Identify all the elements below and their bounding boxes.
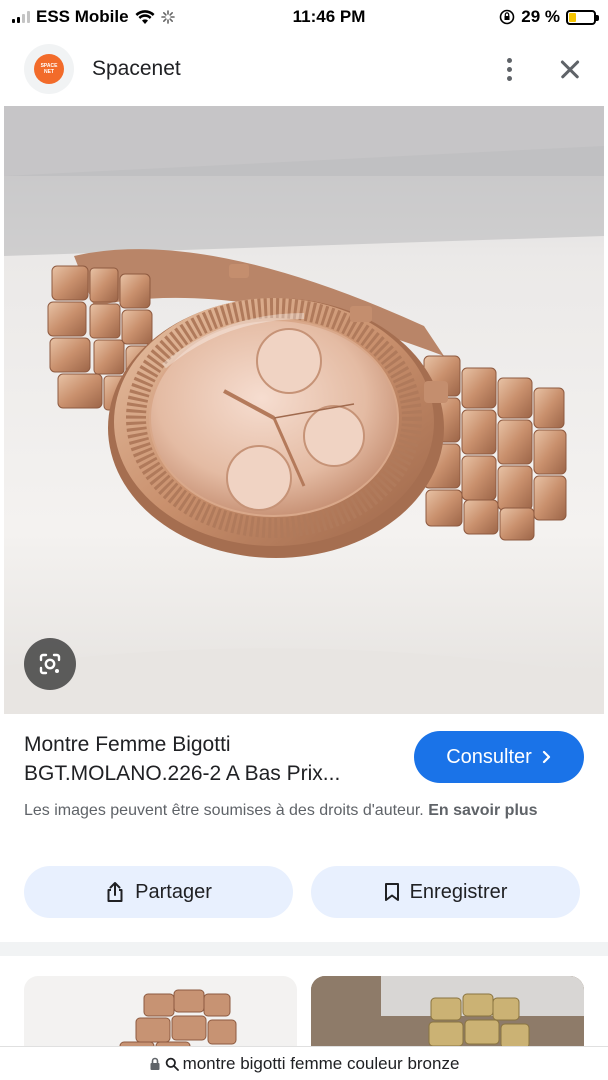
battery-percent: 29 %	[521, 7, 560, 26]
search-query: montre bigotti femme couleur bronze	[182, 1053, 460, 1073]
consult-button[interactable]: Consulter	[414, 731, 584, 783]
product-image[interactable]	[4, 106, 604, 714]
learn-more-link[interactable]: En savoir plus	[428, 802, 537, 819]
close-icon[interactable]	[554, 54, 584, 84]
google-lens-button[interactable]	[24, 638, 76, 690]
site-name[interactable]: Spacenet	[92, 57, 494, 81]
signal-icon	[12, 11, 30, 23]
search-icon	[165, 1057, 179, 1071]
clock: 11:46 PM	[292, 7, 366, 26]
related-images	[24, 976, 584, 1066]
orientation-lock-icon	[499, 9, 515, 25]
title-row: Montre Femme Bigotti BGT.MOLANO.226-2 A …	[24, 730, 584, 788]
product-title[interactable]: Montre Femme Bigotti BGT.MOLANO.226-2 A …	[24, 730, 404, 788]
share-button[interactable]: Partager	[24, 866, 293, 918]
consult-label: Consulter	[446, 745, 532, 768]
copyright-notice: Les images peuvent être soumises à des d…	[24, 799, 584, 823]
lens-icon	[39, 653, 61, 675]
wifi-icon	[135, 9, 155, 24]
site-logo-badge: SPACE NET	[34, 54, 64, 84]
copyright-text: Les images peuvent être soumises à des d…	[24, 802, 424, 819]
lock-icon	[150, 1057, 160, 1070]
status-bar: ESS Mobile 11:46 PM 29 %	[0, 0, 608, 34]
more-options-icon[interactable]	[494, 54, 524, 84]
header: SPACE NET Spacenet	[0, 40, 608, 98]
action-buttons: Partager Enregistrer	[24, 866, 580, 918]
chevron-right-icon	[542, 750, 550, 764]
site-logo[interactable]: SPACE NET	[24, 44, 74, 94]
battery-icon	[566, 9, 599, 25]
site-logo-text-2: NET	[44, 69, 54, 75]
save-button[interactable]: Enregistrer	[311, 866, 580, 918]
bookmark-icon	[384, 883, 399, 901]
url-bar[interactable]: montre bigotti femme couleur bronze	[0, 1046, 608, 1080]
result-info: Montre Femme Bigotti BGT.MOLANO.226-2 A …	[24, 730, 584, 823]
loading-spinner-icon	[160, 10, 175, 24]
carrier-name: ESS Mobile	[36, 7, 129, 26]
battery-level-fill	[569, 12, 576, 22]
watch-illustration	[4, 106, 604, 714]
section-divider	[0, 942, 608, 956]
status-right: 29 %	[466, 7, 599, 27]
share-icon	[107, 882, 123, 902]
save-label: Enregistrer	[409, 880, 508, 903]
share-label: Partager	[135, 880, 212, 903]
